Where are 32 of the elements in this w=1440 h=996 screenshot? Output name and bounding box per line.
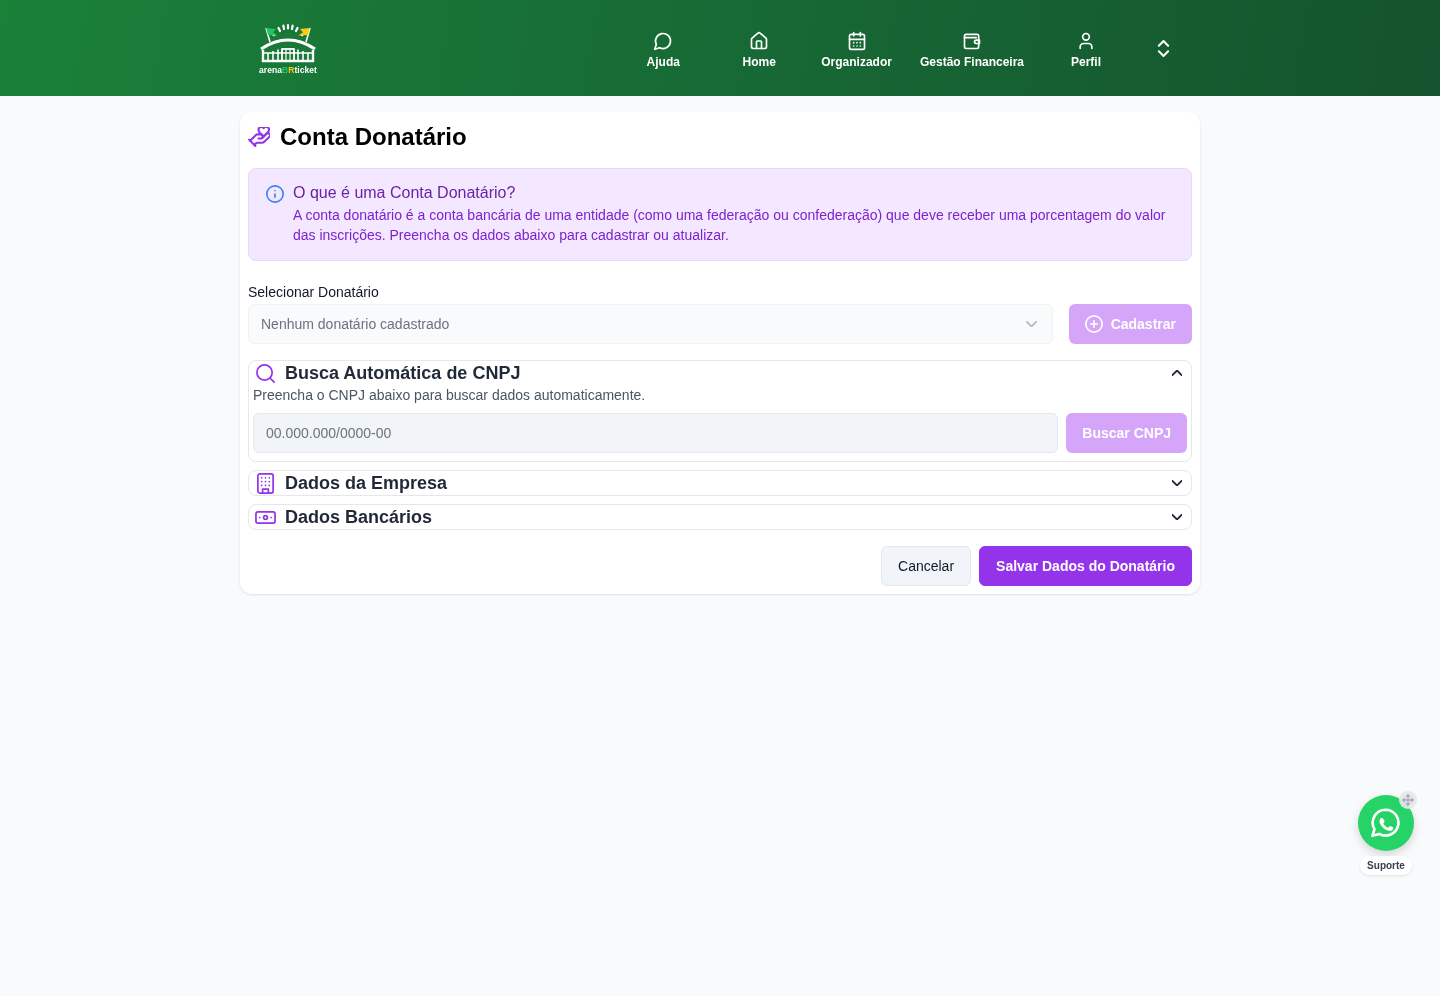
nav-link[interactable]: Ajuda [615, 30, 712, 69]
user-icon [1076, 30, 1096, 51]
support-label: Suporte [1360, 856, 1412, 875]
nav-link[interactable]: Gestão Financeira [905, 30, 1038, 69]
plus-circle-icon [1084, 315, 1103, 333]
cancel-button[interactable]: Cancelar [881, 546, 972, 586]
section-description: Preencha o CNPJ abaixo para buscar dados automaticamente. [253, 386, 647, 405]
info-title: O que é uma Conta Donatário? [293, 183, 517, 203]
info-icon [266, 185, 284, 203]
chevrons-up-down-icon [1156, 38, 1170, 58]
calendar-icon [846, 30, 867, 51]
phone-speech-bubble-icon [1371, 808, 1401, 838]
logo-wordmark: arenaBRticket [259, 64, 317, 75]
support-chat-button[interactable] [1358, 795, 1414, 851]
nav-link[interactable]: Perfil [1038, 30, 1134, 69]
accordion-header[interactable]: Busca Automática de CNPJ [253, 361, 1187, 385]
move-arrows-icon[interactable] [1399, 791, 1417, 809]
save-button[interactable]: Salvar Dados do Donatário [979, 546, 1192, 586]
info-text: A conta donatário é a conta bancária de uma entidade (como uma federação ou confederação) que deve receber uma porcentagem do valor das inscrições. Preencha os dados abaixo para cadastrar ou atualizar. [293, 206, 1167, 245]
accordion-header[interactable]: Dados da Empresa [253, 471, 1187, 495]
nav-link[interactable]: Organizador [807, 30, 906, 69]
cnpj-input[interactable]: 00.000.000/0000-00 [253, 413, 1059, 453]
field-label: Selecionar Donatário [248, 283, 380, 302]
home-icon [749, 30, 770, 51]
accordion-header[interactable]: Dados Bancários [253, 505, 1187, 529]
chevron-down-icon [1025, 321, 1037, 327]
building-icon [255, 472, 276, 494]
search-icon [255, 362, 276, 384]
nav-link[interactable]: Home [711, 30, 808, 69]
page-title: Conta Donatário [280, 123, 467, 151]
hand-heart-icon [248, 127, 270, 147]
chat-bubble-icon [653, 30, 674, 51]
